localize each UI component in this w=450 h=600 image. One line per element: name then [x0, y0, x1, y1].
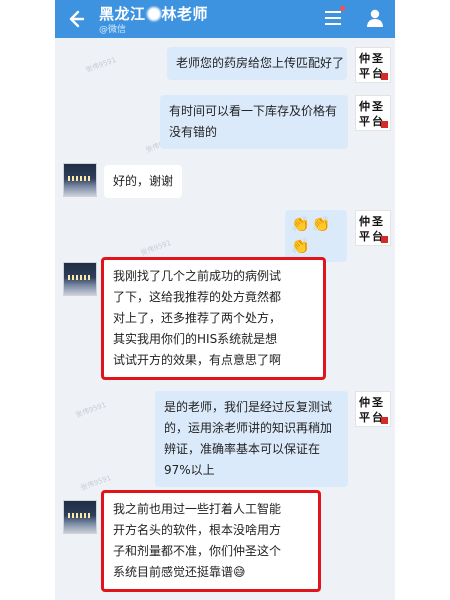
zhongsheng-avatar[interactable]: 仲圣 平台: [355, 210, 391, 246]
zhongsheng-avatar[interactable]: 仲圣 平台: [355, 47, 391, 83]
clap-emoji: 👏: [291, 237, 310, 255]
teacher-avatar[interactable]: [63, 163, 97, 197]
menu-icon[interactable]: [325, 10, 343, 26]
message-bubble-outgoing[interactable]: 老师您的药房给您上传匹配好了: [167, 47, 347, 80]
watermark: 张伟9591: [74, 400, 108, 420]
sweat-smile-emoji: 😅: [233, 565, 246, 579]
message-bubble-incoming-highlighted[interactable]: 我刚找了几个之前成功的病例试 了下，这给我推荐的处方竟然都 对上了，还多推荐了两…: [101, 257, 326, 380]
back-arrow-icon[interactable]: [63, 7, 87, 31]
chat-screen: 黑龙江林老师 @微信 张伟9591 张伟9591 张伟9591 张伟9591 张…: [55, 0, 395, 600]
clap-emoji: 👏: [291, 215, 310, 233]
message-bubble-incoming[interactable]: 好的，谢谢: [104, 165, 182, 198]
zhongsheng-avatar[interactable]: 仲圣 平台: [355, 391, 391, 427]
contact-name: 黑龙江 林老师: [99, 5, 209, 23]
chat-header: 黑龙江 林老师 @微信: [55, 0, 395, 38]
seal-icon: [381, 121, 388, 128]
seal-icon: [381, 417, 388, 424]
seal-icon: [381, 236, 388, 243]
teacher-avatar[interactable]: [63, 262, 97, 296]
profile-icon[interactable]: [365, 8, 385, 28]
message-bubble-outgoing[interactable]: 有时间可以看一下库存及价格有 没有错的: [160, 95, 348, 149]
notification-dot: [340, 6, 345, 11]
message-bubble-incoming-highlighted[interactable]: 我之前也用过一些打着人工智能 开方名头的软件，根本没啥用方 子和剂量都不准，你们…: [101, 490, 321, 592]
watermark: 张伟9591: [139, 238, 173, 258]
clap-emoji: 👏: [311, 215, 331, 233]
contact-source: @微信: [99, 25, 127, 35]
seal-icon: [381, 73, 388, 80]
zhongsheng-avatar[interactable]: 仲圣 平台: [355, 95, 391, 131]
watermark: 张伟9591: [84, 55, 118, 75]
message-bubble-outgoing[interactable]: 👏 👏👏: [285, 210, 347, 262]
teacher-avatar[interactable]: [63, 500, 97, 534]
message-bubble-outgoing[interactable]: 是的老师，我们是经过反复测试 的，运用涂老师讲的知识再稍加 辨证，准确率基本可以…: [155, 391, 348, 487]
name-redaction: [146, 7, 161, 21]
